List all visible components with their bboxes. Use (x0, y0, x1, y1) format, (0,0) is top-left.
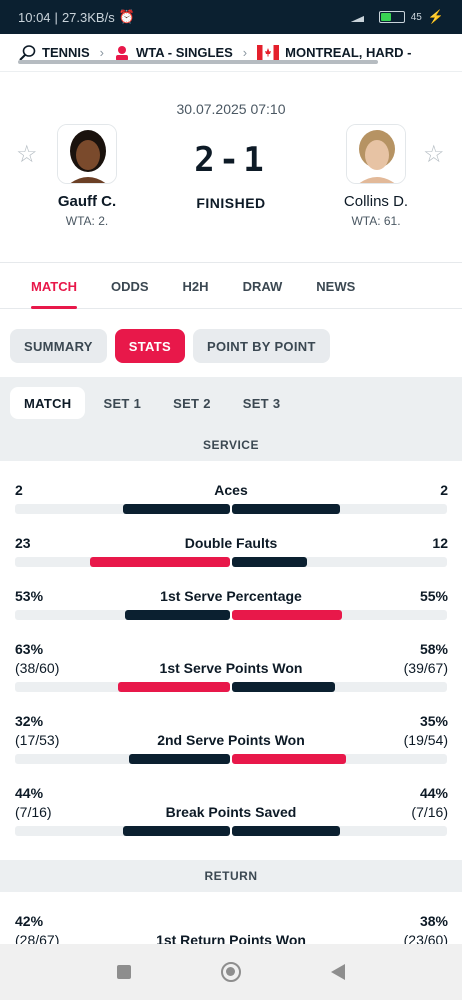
signal-icon (350, 12, 373, 22)
chevron-right-icon: › (99, 45, 105, 60)
stat-away-value: 35% (419, 713, 448, 729)
stat-bar-away-track (232, 557, 447, 567)
player-rank: WTA: 61. (351, 214, 401, 228)
charging-icon: ⚡ (427, 9, 444, 24)
stat-home-value: 63% (15, 641, 44, 657)
stat-bar-home (124, 610, 230, 620)
player-name: Collins D. (343, 193, 409, 210)
breadcrumb-category[interactable]: WTA - SINGLES (136, 45, 233, 60)
stat-bar-away-track (232, 754, 447, 764)
stat-name: 2nd Serve Points Won (157, 732, 305, 748)
stat-bar-away-track (232, 682, 447, 692)
tab-match[interactable]: MATCH (14, 263, 94, 309)
canada-flag-icon (257, 45, 280, 60)
stat-bar-away (232, 826, 340, 836)
stat-bar-home (90, 557, 230, 567)
recent-apps-icon[interactable] (117, 965, 131, 979)
sub-tabs: SUMMARY STATS POINT BY POINT (10, 329, 330, 363)
subtab-point-by-point[interactable]: POINT BY POINT (192, 329, 330, 363)
person-icon (114, 45, 130, 61)
stat-bar-home (122, 504, 230, 514)
stat-bar-home (128, 754, 230, 764)
stat-bar-home-track (15, 504, 230, 514)
main-tabs: MATCH ODDS H2H DRAW NEWS (0, 263, 462, 309)
subtab-stats[interactable]: STATS (114, 329, 185, 363)
set-tab-set1[interactable]: SET 1 (89, 387, 155, 419)
stat-name: 1st Serve Percentage (160, 588, 302, 604)
match-date: 30.07.2025 07:10 (176, 101, 286, 117)
clock: 10:04 (18, 9, 51, 25)
stat-name: Break Points Saved (165, 804, 297, 820)
stat-bar-home-track (15, 557, 230, 567)
stat-bar-away-track (232, 826, 447, 836)
stat-bar-home-track (15, 682, 230, 692)
stat-bar-away-track (232, 504, 447, 514)
stat-bar-home-track (15, 610, 230, 620)
breadcrumb: TENNIS › WTA - SINGLES › MONTREAL, HARD … (0, 34, 462, 72)
player-rank: WTA: 2. (65, 214, 109, 228)
breadcrumb-tournament[interactable]: MONTREAL, HARD - (285, 45, 411, 60)
stat-bar-home (122, 826, 230, 836)
stat-away-value: 38% (419, 913, 448, 929)
alarm-icon: ⏰ (118, 9, 135, 24)
status-bar: 10:04 | 27.3KB/s ⏰ 45 ⚡ (0, 0, 462, 34)
home-icon[interactable] (221, 962, 241, 982)
breadcrumb-scrollbar[interactable] (18, 60, 378, 64)
system-nav-bar (0, 944, 462, 1000)
stat-bar-away (232, 504, 340, 514)
stat-bar-home-track (15, 754, 230, 764)
stat-home-value: 42% (15, 913, 44, 929)
stat-name: Double Faults (184, 535, 278, 551)
avatar (346, 124, 406, 184)
chevron-right-icon: › (242, 45, 248, 60)
set-tab-set3[interactable]: SET 3 (229, 387, 295, 419)
stat-name: 1st Serve Points Won (159, 660, 303, 676)
stat-bar-away-track (232, 610, 447, 620)
set-tabs: MATCH SET 1 SET 2 SET 3 (0, 377, 462, 429)
battery-level: 45 (410, 11, 422, 23)
stat-bar-away (232, 754, 346, 764)
stat-home-value: 32% (15, 713, 44, 729)
stat-away-value: 44% (419, 785, 448, 801)
tab-news[interactable]: NEWS (299, 263, 372, 309)
stat-home-value: 44% (15, 785, 44, 801)
subtab-summary[interactable]: SUMMARY (10, 329, 107, 363)
network-speed: 27.3KB/s (61, 9, 115, 25)
tennis-racket-icon (18, 44, 36, 62)
tab-draw[interactable]: DRAW (226, 263, 300, 309)
stat-name: Aces (214, 482, 248, 498)
set-tab-match[interactable]: MATCH (10, 387, 86, 419)
back-icon[interactable] (331, 964, 345, 980)
tab-h2h[interactable]: H2H (166, 263, 226, 309)
battery-icon (378, 11, 405, 23)
set-tab-set2[interactable]: SET 2 (159, 387, 225, 419)
away-player[interactable]: Collins D. WTA: 61. (316, 124, 436, 228)
stat-away-value: 58% (419, 641, 448, 657)
section-header-return: RETURN (0, 860, 462, 892)
stat-bar-away (232, 610, 342, 620)
stat-bar-away (232, 557, 308, 567)
section-header-service: SERVICE (0, 429, 462, 461)
stat-bar-home-track (15, 826, 230, 836)
tab-odds[interactable]: ODDS (94, 263, 166, 309)
stat-bar-away (232, 682, 336, 692)
breadcrumb-sport[interactable]: TENNIS (42, 45, 90, 60)
stat-bar-home (118, 682, 230, 692)
